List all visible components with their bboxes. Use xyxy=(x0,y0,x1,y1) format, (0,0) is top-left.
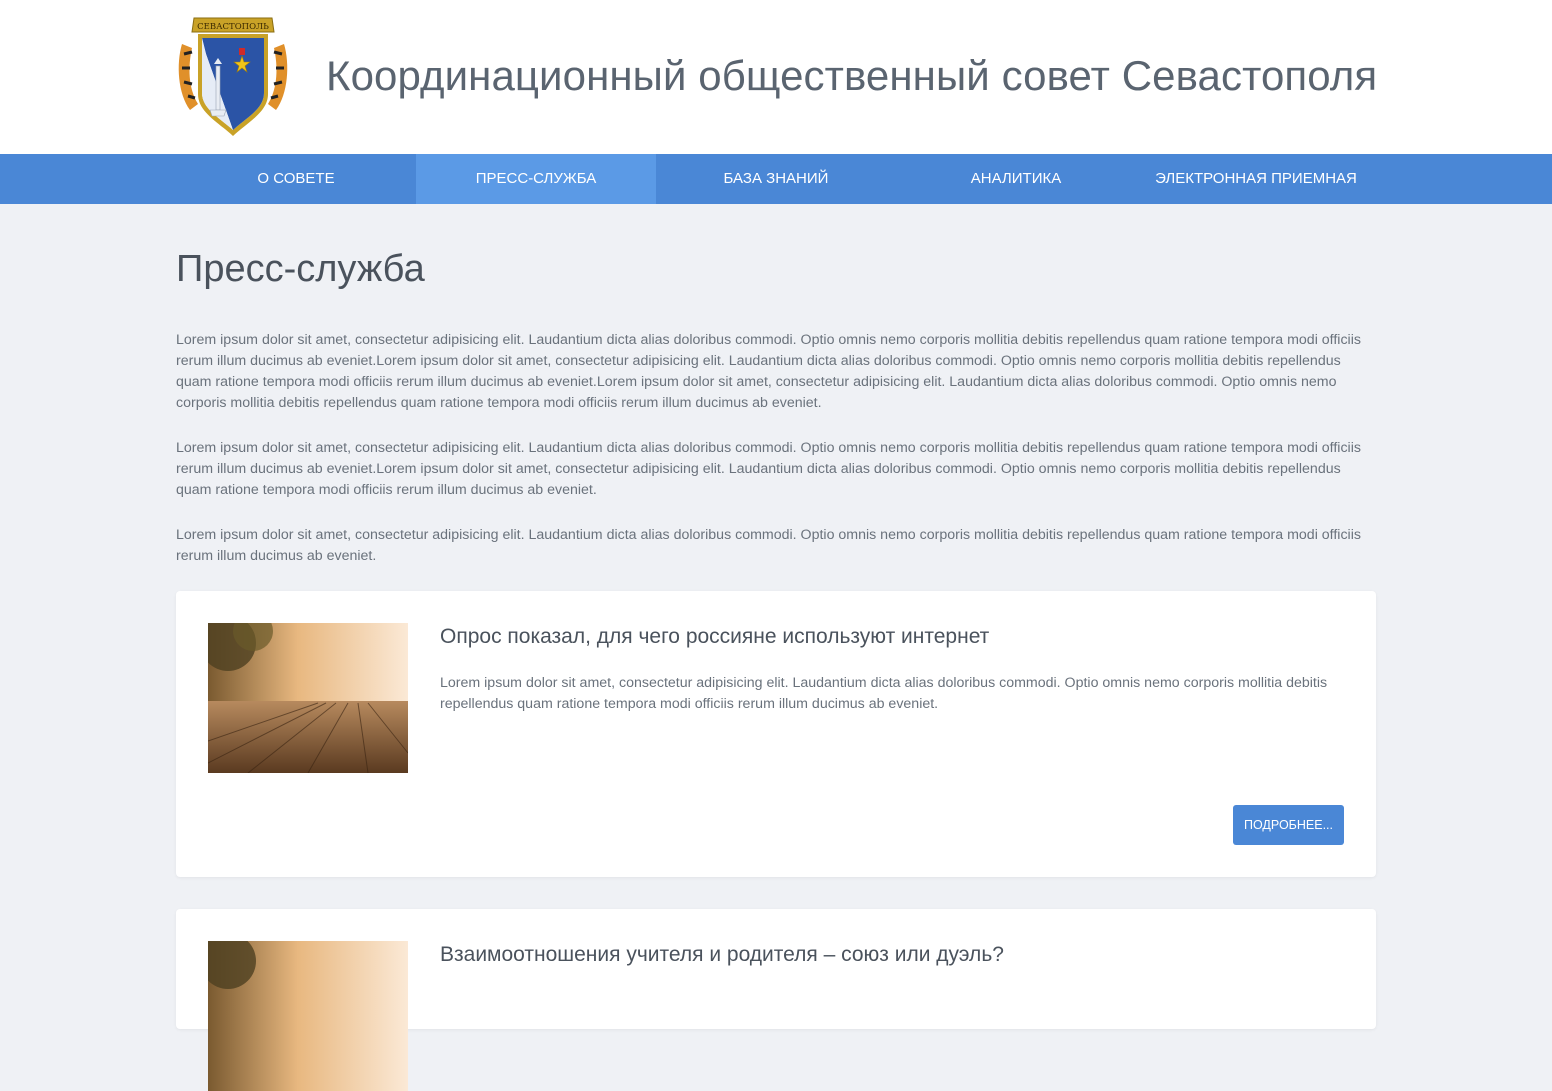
news-card: Взаимоотношения учителя и родителя – сою… xyxy=(176,909,1376,1091)
news-title[interactable]: Опрос показал, для чего россияне использ… xyxy=(440,625,989,649)
news-excerpt: Lorem ipsum dolor sit amet, consectetur … xyxy=(440,675,1328,712)
intro-paragraph: Lorem ipsum dolor sit amet, consectetur … xyxy=(176,527,1361,564)
sevastopol-coat-of-arms-icon[interactable]: СЕВАСТОПОЛЬ xyxy=(176,14,290,138)
news-card: Опрос показал, для чего россияне использ… xyxy=(176,591,1376,877)
page-title: Пресс-служба xyxy=(176,248,425,290)
news-title[interactable]: Взаимоотношения учителя и родителя – сою… xyxy=(440,943,1004,967)
intro-text: Lorem ipsum dolor sit amet, consectetur … xyxy=(176,330,1376,567)
logo-text: СЕВАСТОПОЛЬ xyxy=(197,22,269,32)
read-more-button[interactable]: Подробнее... xyxy=(1233,805,1344,845)
site-header: СЕВАСТОПОЛЬ Координационный общественный… xyxy=(0,0,1552,154)
nav-item-knowledge-base[interactable]: База знаний xyxy=(656,154,896,204)
nav-item-analytics[interactable]: Аналитика xyxy=(896,154,1136,204)
main-nav: О совете Пресс-служба База знаний Аналит… xyxy=(0,154,1552,204)
nav-item-press[interactable]: Пресс-служба xyxy=(416,154,656,204)
intro-paragraph: Lorem ipsum dolor sit amet, consectetur … xyxy=(176,332,1361,411)
news-thumbnail[interactable] xyxy=(208,623,408,773)
main-content: Пресс-служба Lorem ipsum dolor sit amet,… xyxy=(176,204,1376,1091)
site-title: Координационный общественный совет Севас… xyxy=(326,52,1378,99)
nav-item-reception[interactable]: Электронная приемная xyxy=(1136,154,1376,204)
nav-item-about[interactable]: О совете xyxy=(176,154,416,204)
intro-paragraph: Lorem ipsum dolor sit amet, consectetur … xyxy=(176,440,1361,498)
